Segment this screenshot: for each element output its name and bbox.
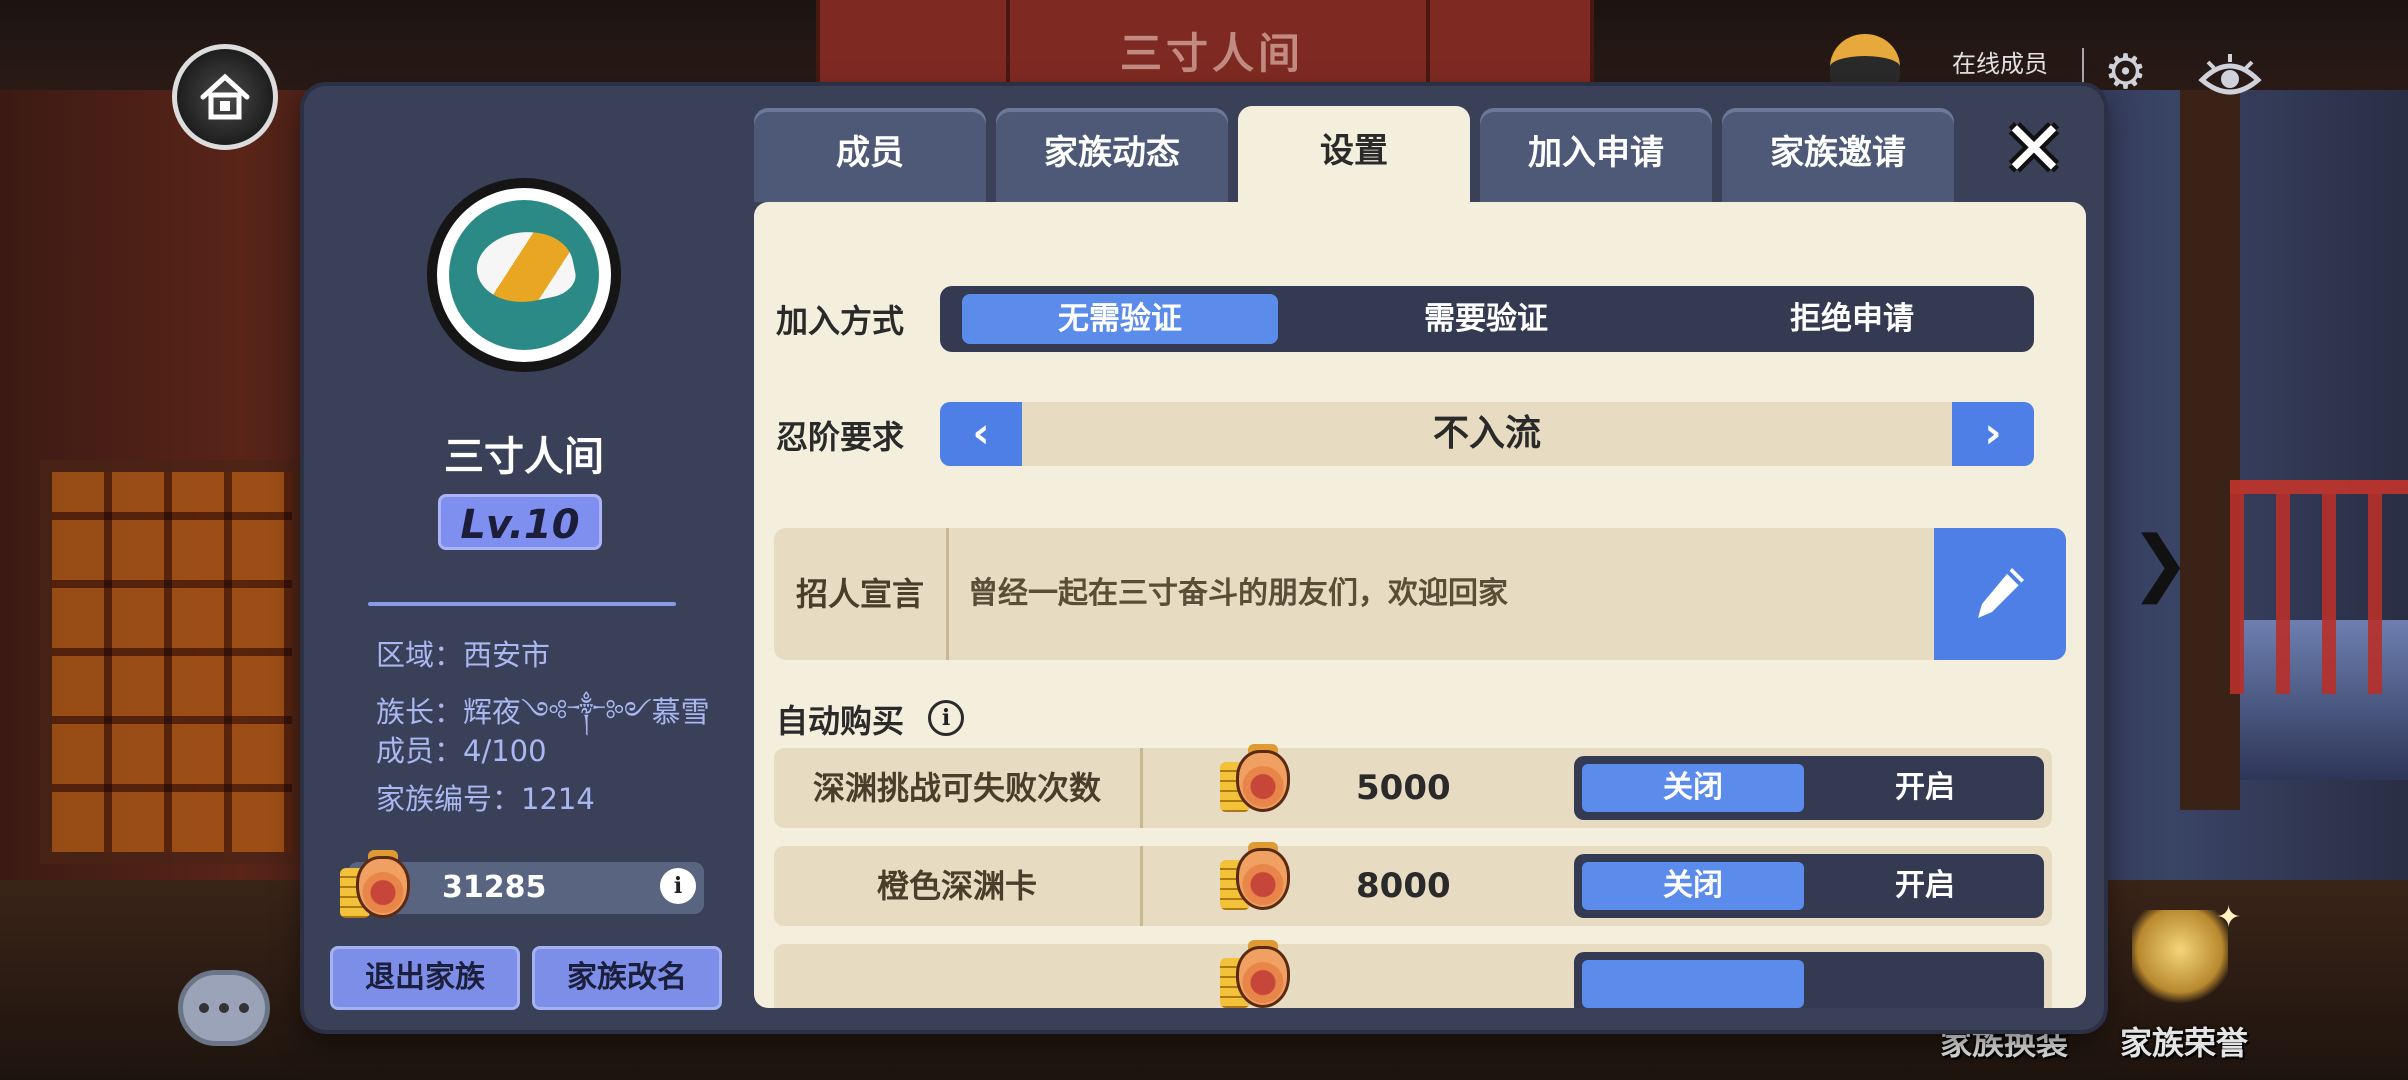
- chevron-right-icon[interactable]: ›: [1952, 402, 2034, 466]
- auto-buy-label: 自动购买: [776, 702, 905, 740]
- toggle-off-option[interactable]: 关闭: [1582, 862, 1804, 910]
- family-panel: 三寸人间 Lv.10 区域：西安市 族长：辉夜༺༒༻慕雪 成员：4/100 家族…: [304, 86, 2104, 1030]
- auto-buy-item-name: 橙色深渊卡: [774, 846, 1143, 926]
- home-icon: [200, 73, 250, 120]
- tab-family-news[interactable]: 家族动态: [996, 108, 1228, 202]
- info-divider: [368, 602, 676, 606]
- quit-family-button[interactable]: 退出家族: [330, 946, 520, 1010]
- settings-content: 加入方式 无需验证 需要验证 拒绝申请 忍阶要求 ‹ 不入流 › 招人宣言 曾经…: [754, 202, 2086, 1008]
- info-icon[interactable]: i: [660, 868, 696, 904]
- auto-buy-toggle: 关闭 开启: [1574, 756, 2044, 820]
- family-id: 家族编号：1214: [376, 782, 595, 816]
- rank-requirement-value: 不入流: [1432, 413, 1541, 454]
- home-button[interactable]: [172, 44, 278, 150]
- background-pillar: [2180, 90, 2240, 810]
- sparkle-icon: ✦: [2216, 900, 2242, 935]
- toggle-on-option[interactable]: 开启: [1814, 764, 2036, 812]
- chat-icon: [199, 1003, 209, 1013]
- coin-bag-icon: [1220, 940, 1290, 1008]
- family-info-column: 三寸人间 Lv.10 区域：西安市 族长：辉夜༺༒༻慕雪 成员：4/100 家族…: [304, 86, 744, 1030]
- coin-bag-icon: [1220, 842, 1290, 912]
- family-emblem: [427, 178, 621, 372]
- recruit-slogan-label: 招人宣言: [774, 528, 949, 660]
- join-option-reject[interactable]: 拒绝申请: [1694, 294, 2010, 344]
- close-icon[interactable]: ✕: [1996, 111, 2072, 190]
- background-banner-title: 三寸人间: [1120, 29, 1305, 78]
- rank-requirement-selector: ‹ 不入流 ›: [940, 402, 2034, 466]
- auto-buy-item-price: 8000: [1356, 866, 1451, 906]
- join-method-label: 加入方式: [776, 302, 905, 340]
- gear-icon[interactable]: ⚙: [2104, 48, 2147, 96]
- coin-bag-icon: [340, 850, 410, 920]
- auto-buy-row: 深渊挑战可失败次数 5000 关闭 开启: [774, 744, 2052, 828]
- coin-bag-icon: [1220, 744, 1290, 814]
- auto-buy-info-icon[interactable]: i: [928, 700, 964, 736]
- pencil-icon: [1978, 568, 2024, 618]
- auto-buy-item-name: 深渊挑战可失败次数: [774, 748, 1143, 828]
- tab-family-invites[interactable]: 家族邀请: [1722, 108, 1954, 202]
- chevron-left-icon[interactable]: ‹: [940, 402, 1022, 466]
- family-region: 区域：西安市: [376, 638, 551, 672]
- toggle-on-option[interactable]: 开启: [1814, 862, 2036, 910]
- recruit-slogan-box: 招人宣言 曾经一起在三寸奋斗的朋友们，欢迎回家: [774, 528, 2066, 660]
- toggle-off-option[interactable]: 关闭: [1582, 764, 1804, 812]
- family-honor-button[interactable]: 家族荣誉: [2120, 1018, 2248, 1064]
- scene-next-arrow[interactable]: ❯: [2130, 520, 2190, 604]
- online-members-label: 在线成员: [1952, 50, 2048, 78]
- hud-divider: [2082, 48, 2084, 88]
- chat-button[interactable]: [178, 970, 270, 1046]
- family-funds-value: 31285: [442, 870, 547, 905]
- auto-buy-row-partial: [774, 940, 2052, 1008]
- rank-requirement-label: 忍阶要求: [776, 418, 905, 456]
- recruit-slogan-text: 曾经一起在三寸奋斗的朋友们，欢迎回家: [968, 576, 1508, 611]
- join-option-verify[interactable]: 需要验证: [1328, 294, 1644, 344]
- family-members: 成员：4/100: [376, 734, 547, 768]
- family-name: 三寸人间: [444, 434, 604, 480]
- rename-family-button[interactable]: 家族改名: [532, 946, 722, 1010]
- background-red-bridge: [2230, 480, 2408, 694]
- tab-join-requests[interactable]: 加入申请: [1480, 108, 1712, 202]
- eye-icon[interactable]: [2198, 52, 2262, 108]
- background-lantern-window: [40, 460, 304, 864]
- background-banner-left: [816, 0, 1014, 90]
- auto-buy-item-price: 5000: [1356, 768, 1451, 808]
- trophy-icon[interactable]: [2132, 910, 2228, 1010]
- auto-buy-toggle: 关闭 开启: [1574, 854, 2044, 918]
- tab-settings[interactable]: 设置: [1238, 106, 1470, 206]
- auto-buy-row: 橙色深渊卡 8000 关闭 开启: [774, 842, 2052, 926]
- auto-buy-toggle: [1574, 952, 2044, 1008]
- join-option-no-verify[interactable]: 无需验证: [962, 294, 1278, 344]
- family-level-badge: Lv.10: [438, 494, 602, 550]
- toggle-off-option[interactable]: [1582, 960, 1804, 1008]
- tab-members[interactable]: 成员: [754, 108, 986, 202]
- background-banner-right: [1426, 0, 1594, 90]
- join-method-selector: 无需验证 需要验证 拒绝申请: [940, 286, 2034, 352]
- edit-slogan-button[interactable]: [1934, 528, 2066, 660]
